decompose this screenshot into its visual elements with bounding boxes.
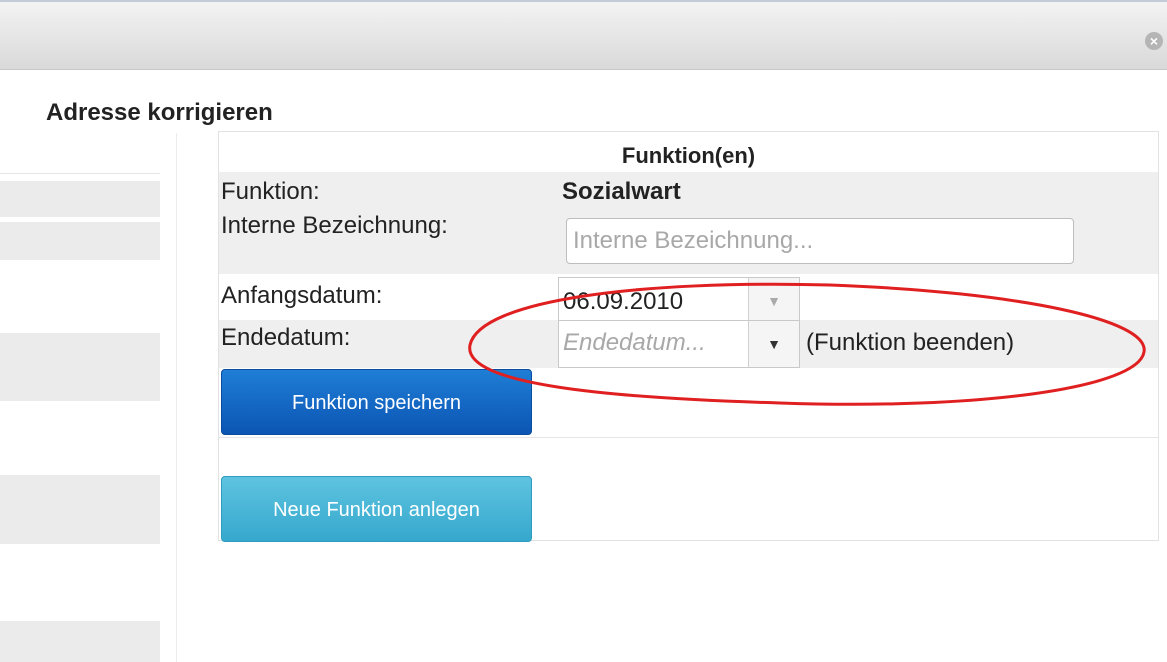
dialog-title: Adresse korrigieren <box>46 99 273 126</box>
funktion-value: Sozialwart <box>562 178 681 205</box>
endedatum-label: Endedatum: <box>221 324 351 351</box>
interne-bezeichnung-label: Interne Bezeichnung: <box>221 212 448 239</box>
anfangsdatum-label: Anfangsdatum: <box>221 282 383 309</box>
left-navigation-column <box>0 133 177 662</box>
new-function-button[interactable]: Neue Funktion anlegen <box>221 476 532 542</box>
left-nav-item[interactable] <box>0 181 160 217</box>
chevron-down-icon[interactable]: ▼ <box>748 278 799 324</box>
interne-bezeichnung-input[interactable] <box>566 218 1074 264</box>
endedatum-picker[interactable]: Endedatum... ▼ <box>558 320 800 368</box>
left-divider <box>0 173 160 174</box>
save-function-button[interactable]: Funktion speichern <box>221 369 532 435</box>
dialog-titlebar: × <box>0 2 1167 70</box>
anfangsdatum-value: 06.09.2010 <box>563 288 684 315</box>
left-nav-item[interactable] <box>0 475 160 544</box>
left-nav-item[interactable] <box>0 621 160 662</box>
funktion-beenden-hint: (Funktion beenden) <box>806 329 1015 356</box>
function-panel: Funktion(en) Funktion: Sozialwart Intern… <box>218 131 1159 542</box>
left-nav-item[interactable] <box>0 222 160 260</box>
panel-title: Funktion(en) <box>621 143 756 168</box>
left-nav-item[interactable] <box>0 333 160 401</box>
funktion-label: Funktion: <box>221 178 320 205</box>
section-divider <box>219 437 1158 438</box>
close-icon[interactable]: × <box>1145 32 1163 50</box>
chevron-down-icon[interactable]: ▼ <box>748 321 799 367</box>
endedatum-placeholder: Endedatum... <box>563 329 706 356</box>
anfangsdatum-picker[interactable]: 06.09.2010 ▼ <box>558 277 800 325</box>
